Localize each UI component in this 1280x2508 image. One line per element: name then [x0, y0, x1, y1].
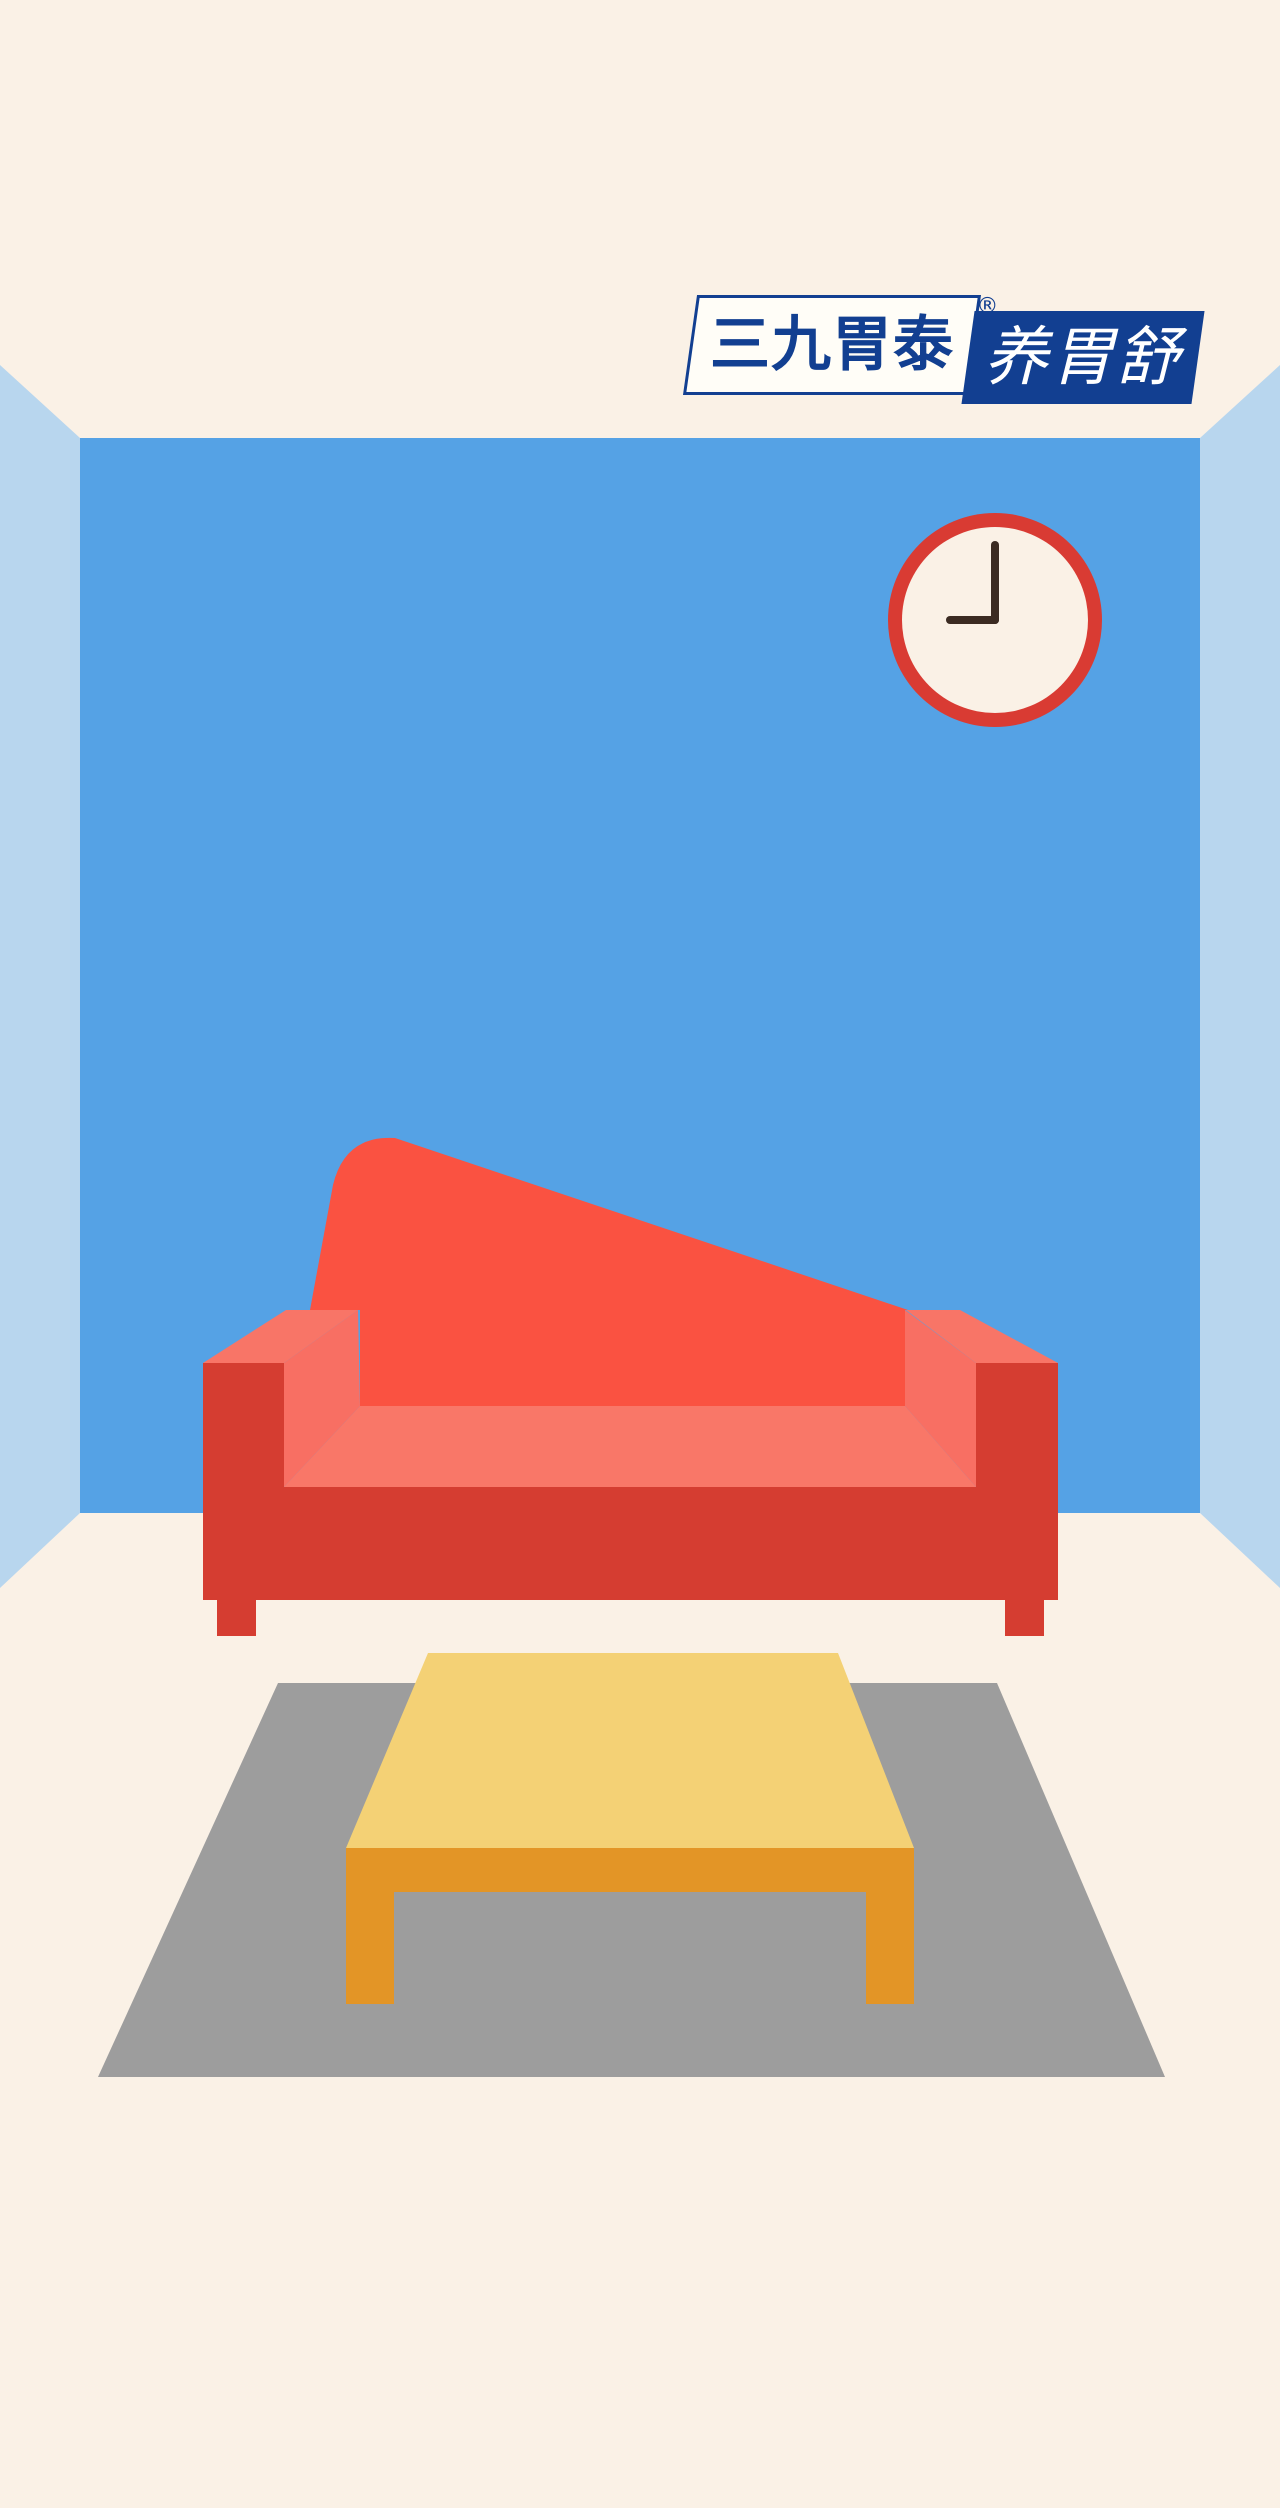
product-name: 养胃舒 — [984, 320, 1182, 395]
left-wall — [0, 365, 80, 1588]
sofa-leg-left — [217, 1598, 256, 1636]
sofa-seat-cushion — [284, 1406, 976, 1487]
sofa-leg-right — [1005, 1598, 1044, 1636]
sofa-right-arm-front — [976, 1363, 1058, 1487]
product-tag: 养胃舒 — [961, 311, 1205, 404]
living-room-scene: 三九胃泰 ® 养胃舒 — [0, 0, 1280, 2504]
table-leg-right — [866, 1892, 914, 2004]
sofa-seat-back — [360, 1310, 905, 1406]
sofa-left-arm-front — [203, 1363, 284, 1487]
table-apron — [346, 1848, 914, 1892]
brand-name: 三九胃泰 — [710, 310, 954, 380]
sofa-base — [203, 1487, 1058, 1600]
brand-logo: 三九胃泰 ® — [682, 294, 998, 395]
table-leg-left — [346, 1892, 394, 2004]
wall-clock — [888, 513, 1102, 727]
table-top — [346, 1653, 914, 1848]
right-wall — [1200, 365, 1280, 1588]
